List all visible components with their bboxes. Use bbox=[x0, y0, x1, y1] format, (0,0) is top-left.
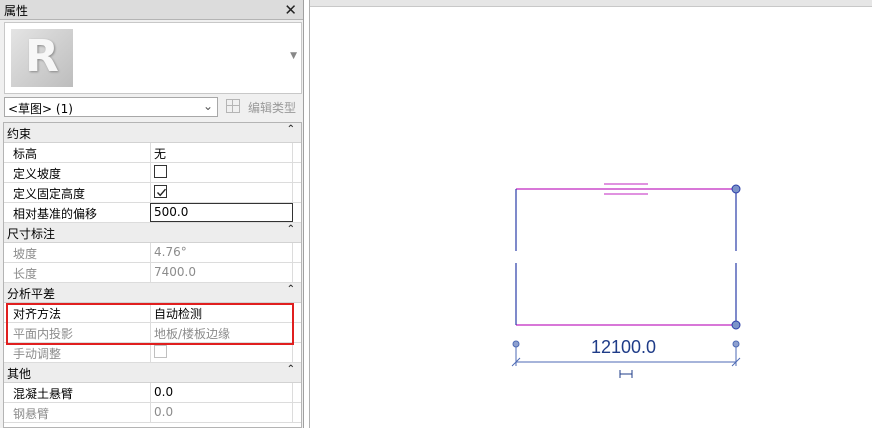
property-name: 定义固定高度 bbox=[13, 187, 86, 201]
group-analytical[interactable]: 分析平差 ⌃ bbox=[4, 283, 301, 303]
property-row-slope: 坡度 4.76° bbox=[4, 243, 301, 263]
type-selector-dropdown[interactable]: <草图> (1) ⌄ bbox=[4, 97, 218, 117]
drawing-canvas[interactable] bbox=[304, 0, 872, 428]
group-constraints[interactable]: 约束 ⌃ bbox=[4, 123, 301, 143]
property-name: 手动调整 bbox=[13, 347, 62, 361]
group-label: 其他 bbox=[7, 367, 32, 381]
property-value bbox=[150, 183, 293, 202]
property-name: 对齐方法 bbox=[13, 307, 62, 321]
close-icon[interactable]: ✕ bbox=[284, 0, 297, 20]
property-name: 混凝土悬臂 bbox=[13, 387, 74, 401]
property-value[interactable]: 自动检测 bbox=[150, 303, 293, 322]
edit-type-label: 编辑类型 bbox=[248, 101, 297, 115]
group-dimensions[interactable]: 尺寸标注 ⌃ bbox=[4, 223, 301, 243]
property-name: 定义坡度 bbox=[13, 167, 62, 181]
property-value[interactable]: 0.0 bbox=[150, 383, 293, 402]
collapse-icon[interactable]: ⌃ bbox=[287, 364, 295, 375]
collapse-icon[interactable]: ⌃ bbox=[287, 124, 295, 135]
type-selector-row: <草图> (1) ⌄ 编辑类型 bbox=[4, 97, 302, 119]
property-value: 4.76° bbox=[150, 243, 293, 262]
property-name: 相对基准的偏移 bbox=[13, 207, 98, 221]
property-name: 标高 bbox=[13, 147, 38, 161]
scroll-arrow-icon[interactable]: ▼ bbox=[290, 51, 297, 61]
view-top-border bbox=[310, 0, 872, 7]
manual-adjust-checkbox bbox=[154, 345, 167, 358]
property-row-concrete-cantilever[interactable]: 混凝土悬臂 0.0 bbox=[4, 383, 301, 403]
group-label: 分析平差 bbox=[7, 287, 56, 301]
property-name: 钢悬臂 bbox=[13, 407, 50, 421]
property-name: 坡度 bbox=[13, 247, 38, 261]
edit-type-icon bbox=[226, 99, 240, 113]
property-row-define-slope[interactable]: 定义坡度 bbox=[4, 163, 301, 183]
palette-title-bar: 属性 ✕ bbox=[0, 0, 303, 20]
property-grid: 约束 ⌃ 标高 无 定义坡度 定义固定高度 相对基准的偏移 500.0 尺寸标注… bbox=[3, 122, 302, 428]
collapse-icon[interactable]: ⌃ bbox=[287, 224, 295, 235]
property-row-define-fixed-height[interactable]: 定义固定高度 bbox=[4, 183, 301, 203]
group-other[interactable]: 其他 ⌃ bbox=[4, 363, 301, 383]
properties-palette: 属性 ✕ R ▼ <草图> (1) ⌄ 编辑类型 约束 ⌃ 标高 无 定义坡度 … bbox=[0, 0, 304, 428]
type-preview: R ▼ bbox=[4, 22, 302, 94]
property-row-offset[interactable]: 相对基准的偏移 500.0 bbox=[4, 203, 301, 223]
revit-logo-icon: R bbox=[11, 29, 73, 87]
property-value: 0.0 bbox=[150, 403, 293, 422]
define-fixed-height-checkbox[interactable] bbox=[154, 185, 167, 198]
property-row-length: 长度 7400.0 bbox=[4, 263, 301, 283]
property-row-steel-cantilever: 钢悬臂 0.0 bbox=[4, 403, 301, 423]
property-row-manual-adjust: 手动调整 bbox=[4, 343, 301, 363]
property-name: 平面内投影 bbox=[13, 327, 74, 341]
check-icon bbox=[156, 188, 167, 197]
define-slope-checkbox[interactable] bbox=[154, 165, 167, 178]
property-row-level[interactable]: 标高 无 bbox=[4, 143, 301, 163]
property-value bbox=[150, 343, 293, 362]
group-label: 约束 bbox=[7, 127, 32, 141]
dimension-value[interactable]: 12100.0 bbox=[591, 337, 656, 358]
type-selector-value: <草图> (1) bbox=[8, 102, 73, 116]
property-value bbox=[150, 163, 293, 182]
offset-input[interactable]: 500.0 bbox=[150, 203, 293, 222]
property-value[interactable]: 无 bbox=[150, 143, 293, 162]
property-value: 地板/楼板边缘 bbox=[150, 323, 293, 342]
chevron-down-icon: ⌄ bbox=[202, 99, 213, 113]
property-value: 7400.0 bbox=[150, 263, 293, 282]
property-name: 长度 bbox=[13, 267, 38, 281]
group-label: 尺寸标注 bbox=[7, 227, 56, 241]
view-splitter[interactable] bbox=[309, 0, 310, 428]
palette-title: 属性 bbox=[4, 4, 29, 18]
collapse-icon[interactable]: ⌃ bbox=[287, 284, 295, 295]
property-row-projection: 平面内投影 地板/楼板边缘 bbox=[4, 323, 301, 343]
property-row-alignment[interactable]: 对齐方法 自动检测 bbox=[4, 303, 301, 323]
